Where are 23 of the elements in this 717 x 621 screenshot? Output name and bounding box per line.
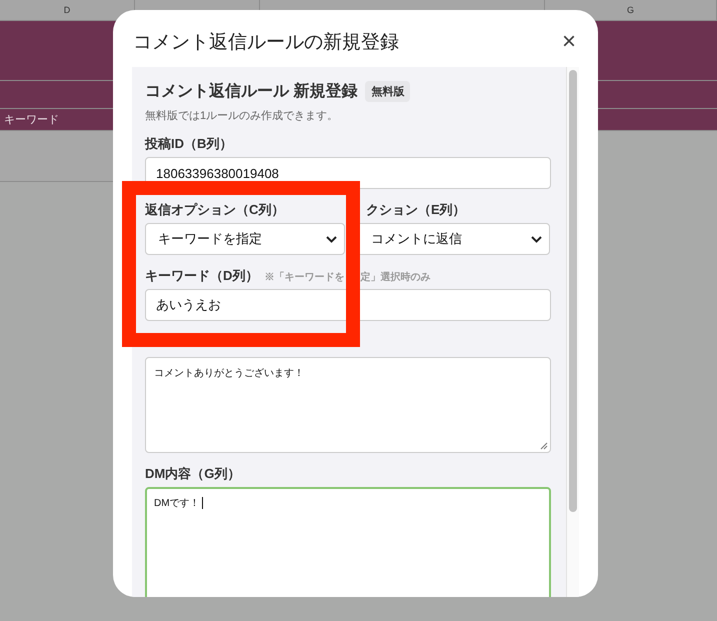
dialog-title: コメント返信ルールの新規登録 (133, 31, 399, 55)
field-hint: 定」選択時のみ (360, 270, 430, 284)
scrollbar-thumb[interactable] (569, 70, 577, 512)
column-header: G (626, 5, 634, 15)
form-heading: コメント返信ルール 新規登録 (145, 81, 358, 102)
input-field[interactable]: あいうえお (145, 289, 551, 321)
field-label: キーワード（D列） (145, 267, 258, 285)
chevron-down-icon (326, 236, 337, 242)
field-hint: ※「キーワードを (264, 270, 344, 284)
text-area[interactable]: DMです！ (145, 487, 551, 597)
select-field[interactable]: キーワードを指定 (145, 223, 345, 255)
plan-badge: 無料版 (365, 81, 410, 102)
field-label: DM内容（G列） (145, 465, 240, 483)
close-button[interactable]: × (558, 30, 580, 54)
chevron-down-icon (531, 236, 542, 242)
field-label: クション（E列） (366, 201, 466, 219)
table-cell-text: キーワード (3, 113, 59, 127)
field-label: 返信オプション（C列） (145, 201, 284, 219)
resize-grip-icon (540, 442, 548, 450)
field-label: 投稿ID（B列） (145, 135, 232, 153)
column-header: D (64, 5, 70, 15)
text-area[interactable]: コメントありがとうございます！ (145, 357, 551, 453)
plan-note: 無料版では1ルールのみ作成できます。 (145, 109, 340, 123)
